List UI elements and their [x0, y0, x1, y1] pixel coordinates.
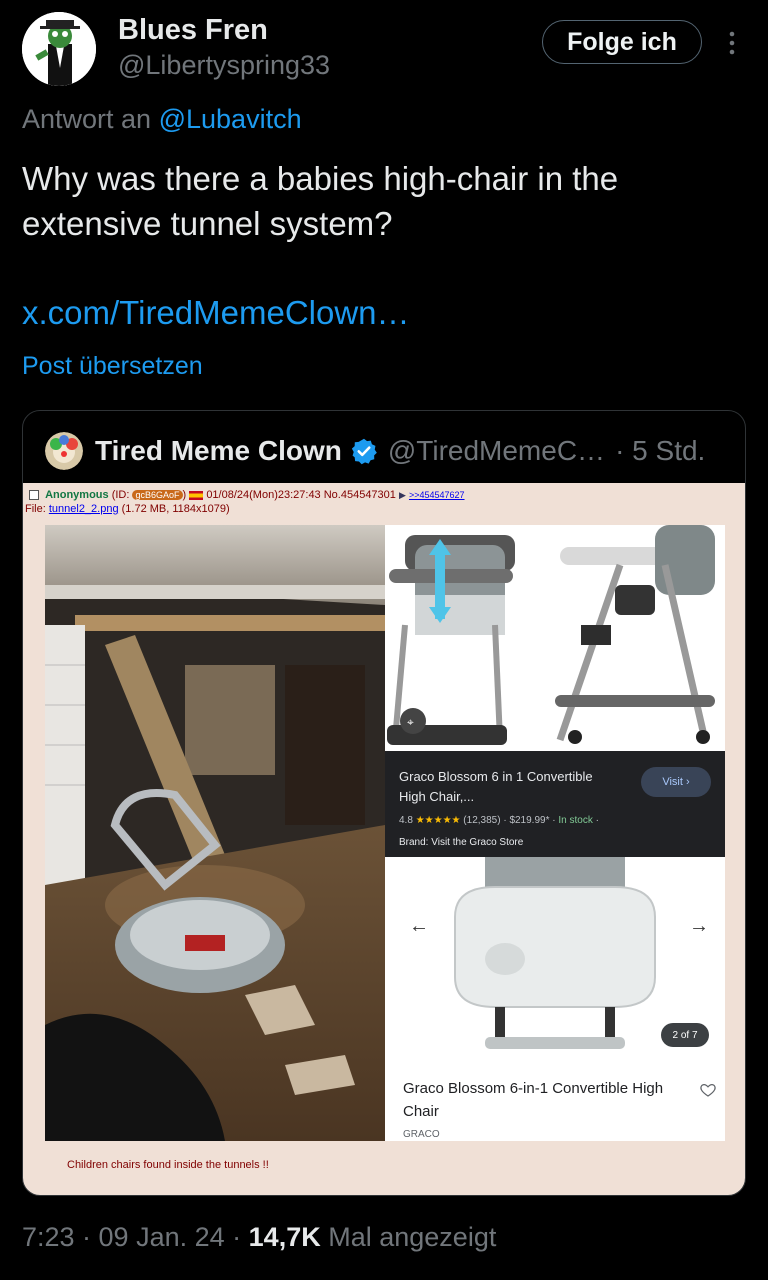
stock-status: In stock: [558, 815, 593, 826]
spain-flag-icon: [189, 490, 204, 500]
quote-handle[interactable]: @TiredMemeC…: [388, 435, 605, 467]
reply-context: Antwort an @Lubavitch: [22, 104, 302, 135]
quote-header: Tired Meme Clown @TiredMemeC… · 5 Std.: [45, 431, 705, 471]
play-arrow-icon: ▶: [398, 490, 406, 500]
chan-file-info: File: tunnel2_2.png (1.72 MB, 1184x1079): [25, 503, 230, 515]
chan-reply-ref: >>454547627: [408, 490, 465, 500]
heart-icon: [700, 1083, 716, 1097]
product-brand: GRACO: [403, 1129, 440, 1140]
chan-file-label: File:: [25, 503, 46, 515]
translate-post-link[interactable]: Post übersetzen: [22, 352, 203, 381]
quote-avatar[interactable]: [45, 432, 83, 470]
author-names: Blues Fren @Libertyspring33: [118, 12, 330, 82]
tweet-link[interactable]: x.com/TiredMemeClown…: [22, 294, 410, 332]
reply-prefix: Antwort an: [22, 104, 152, 134]
tweet-text: Why was there a babies high-chair in the…: [22, 160, 619, 242]
author-handle[interactable]: @Libertyspring33: [118, 48, 330, 82]
carousel-next-icon: →: [689, 915, 709, 937]
google-product-panel: Graco Blossom 6 in 1 Convertible High Ch…: [385, 751, 725, 857]
chan-id-suffix: ): [182, 489, 187, 501]
more-options-icon[interactable]: [722, 28, 742, 58]
tweet-timestamp[interactable]: 7:23 · 09 Jan. 24 ·: [22, 1222, 241, 1252]
chan-id-prefix: (ID:: [111, 489, 130, 501]
view-count-label: Mal angezeigt: [328, 1222, 497, 1252]
svg-text:⌖: ⌖: [407, 715, 414, 729]
post-checkbox: [29, 490, 39, 501]
product-listing-image: ⌖ Graco Blossom 6 in 1 Convertible High …: [385, 525, 725, 1141]
tweet-footer: 7:23 · 09 Jan. 24 · 14,7K Mal angezeigt: [22, 1222, 496, 1253]
carousel-prev-icon: ←: [409, 915, 429, 937]
product-rating-line: 4.8 ★★★★★ (12,385) · $219.99* · In stock…: [399, 815, 599, 826]
chan-poster-name: Anonymous: [45, 489, 109, 501]
product-price: $219.99*: [509, 815, 550, 826]
quote-media-image[interactable]: Anonymous (ID: gcB6GAoF) 01/08/24(Mon)23…: [23, 483, 745, 1195]
chan-file-meta: (1.72 MB, 1184x1079): [121, 503, 230, 515]
product-panel-title: Graco Blossom 6 in 1 Convertible High Ch…: [399, 769, 593, 804]
quote-display-name[interactable]: Tired Meme Clown: [95, 435, 342, 467]
verified-badge-icon: [351, 438, 377, 465]
tweet-header: Blues Fren @Libertyspring33 Folge ich: [22, 12, 746, 86]
product-tray-image: ← → 2 of 7: [385, 857, 725, 1057]
quote-timestamp[interactable]: · 5 Std.: [615, 435, 705, 467]
follow-button[interactable]: Folge ich: [542, 20, 702, 64]
chan-post-header: Anonymous (ID: gcB6GAoF) 01/08/24(Mon)23…: [29, 489, 465, 502]
visit-button: Visit ›: [641, 767, 711, 797]
view-count: 14,7K: [248, 1222, 321, 1252]
author-display-name[interactable]: Blues Fren: [118, 12, 330, 48]
product-brand-line: Brand: Visit the Graco Store: [399, 837, 524, 848]
product-name: Graco Blossom 6-in-1 Convertible High Ch…: [403, 1080, 664, 1120]
rating-stars: ★★★★★: [415, 815, 461, 826]
rating-value: 4.8: [399, 815, 413, 826]
chan-datetime: 01/08/24(Mon)23:27:43 No.454547301: [206, 489, 396, 501]
quoted-tweet[interactable]: Tired Meme Clown @TiredMemeC… · 5 Std. A…: [22, 410, 746, 1196]
chan-poster-id: gcB6GAoF: [132, 490, 183, 500]
reply-mention-link[interactable]: @Lubavitch: [159, 104, 302, 134]
carousel-page-badge: 2 of 7: [661, 1023, 709, 1047]
tunnel-photo: [45, 525, 385, 1141]
rating-count: (12,385): [463, 815, 501, 826]
chan-caption: Children chairs found inside the tunnels…: [67, 1159, 269, 1171]
author-avatar[interactable]: [22, 12, 96, 86]
chan-file-name: tunnel2_2.png: [48, 503, 119, 515]
